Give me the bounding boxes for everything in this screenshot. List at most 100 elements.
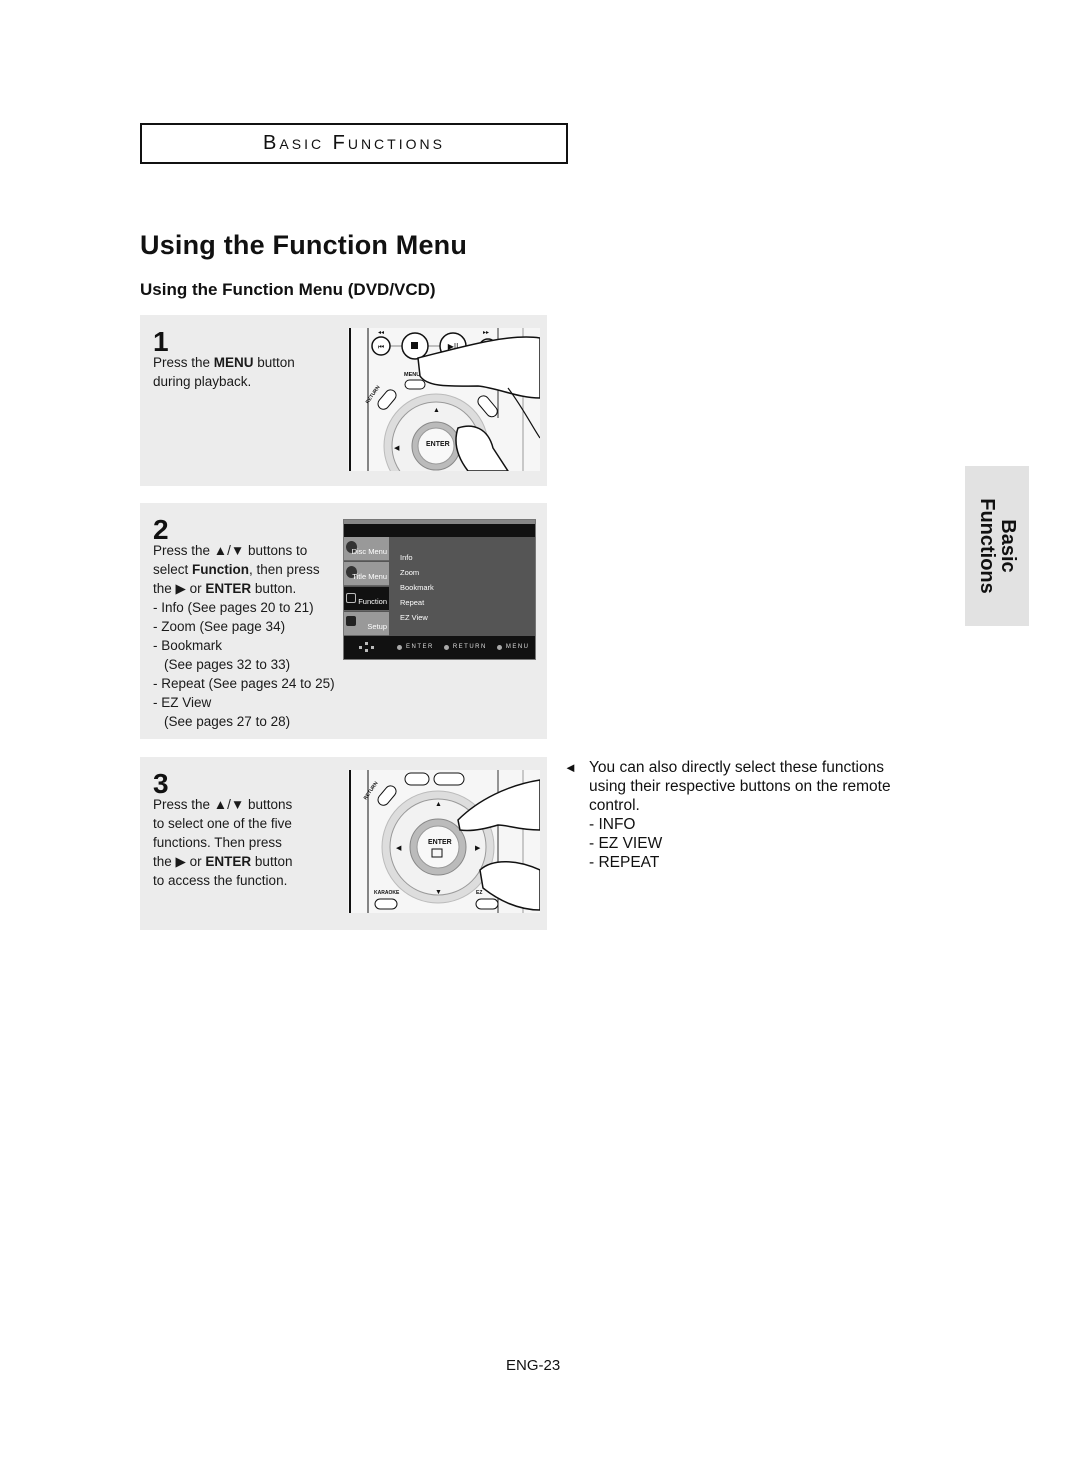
note-text: You can also directly select these funct… bbox=[589, 759, 891, 814]
enter-label: ENTER bbox=[426, 441, 450, 448]
text: button. bbox=[251, 581, 297, 596]
instruction-line: Press the ▲/▼ buttons to bbox=[153, 543, 308, 558]
side-tab-line: Basic bbox=[997, 519, 1019, 573]
note-item: - REPEAT bbox=[589, 854, 660, 871]
instruction-line: the ▶ or ENTER button. bbox=[153, 579, 353, 598]
remote-control-illustration: RETURN ENTER ▲ ▼ ◀ ▶ KARAOKE EZ bbox=[348, 770, 541, 913]
item-label: Repeat (See pages 24 to 25) bbox=[161, 676, 335, 691]
text: the ▶ or bbox=[153, 581, 206, 596]
svg-text:◂◂: ◂◂ bbox=[378, 330, 384, 336]
osd-menu-item-bookmark[interactable]: Bookmark bbox=[400, 583, 434, 592]
svg-text:◀: ◀ bbox=[396, 845, 402, 852]
navigation-arrows-icon bbox=[359, 642, 375, 652]
hint-label: MENU bbox=[505, 644, 530, 650]
step-2-panel: 2 Press the ▲/▼ buttons to select Functi… bbox=[140, 503, 547, 739]
osd-menu-item-zoom[interactable]: Zoom bbox=[400, 568, 419, 577]
step-number: 3 bbox=[153, 768, 169, 799]
text: , then press bbox=[249, 562, 320, 577]
step-instructions: Press the MENU button during playback. bbox=[153, 353, 333, 391]
note-arrow-icon: ◄ bbox=[564, 760, 577, 775]
step-number: 1 bbox=[153, 326, 169, 357]
tab-label: Function bbox=[358, 597, 387, 606]
svg-text:▸▸: ▸▸ bbox=[483, 330, 489, 336]
function-list-item: - EZ View bbox=[153, 695, 212, 710]
tab-label: Disc Menu bbox=[351, 547, 387, 556]
instruction-line: select Function, then press bbox=[153, 560, 353, 579]
section-header-text: Basic Functions bbox=[263, 132, 445, 154]
instruction-line: the ▶ or ENTER button bbox=[153, 852, 333, 871]
osd-hint-return: RETURN bbox=[443, 644, 487, 650]
osd-footer: ENTER RETURN MENU bbox=[344, 635, 535, 659]
page-number: ENG-23 bbox=[506, 1357, 561, 1374]
item-label: Zoom (See page 34) bbox=[161, 619, 286, 634]
osd-hint-menu: MENU bbox=[496, 644, 530, 650]
enter-key-label: ENTER bbox=[205, 581, 252, 596]
instruction-line: to access the function. bbox=[153, 873, 288, 888]
tab-label: Title Menu bbox=[352, 572, 387, 581]
section-header: Basic Functions bbox=[140, 123, 568, 164]
step-instructions: Press the ▲/▼ buttons to select Function… bbox=[153, 541, 353, 731]
instruction-line: to select one of the five bbox=[153, 816, 292, 831]
text: select bbox=[153, 562, 193, 577]
osd-tab-setup[interactable]: Setup bbox=[344, 612, 389, 636]
gear-icon bbox=[346, 616, 356, 626]
step-1-panel: 1 Press the MENU button during playback.… bbox=[140, 315, 547, 499]
menu-button bbox=[404, 772, 430, 786]
instruction-line: functions. Then press bbox=[153, 835, 282, 850]
text: the ▶ or bbox=[153, 854, 206, 869]
enter-label: ENTER bbox=[428, 839, 452, 846]
side-tab-line: Functions bbox=[976, 498, 998, 594]
osd-menu-item-info[interactable]: Info bbox=[400, 553, 413, 562]
osd-body: Disc Menu Title Menu Function Setup Info… bbox=[344, 537, 535, 636]
page-title: Using the Function Menu bbox=[140, 230, 468, 260]
hint-label: ENTER bbox=[406, 644, 434, 650]
osd-tab-disc-menu[interactable]: Disc Menu bbox=[344, 537, 389, 561]
karaoke-label: KARAOKE bbox=[374, 890, 400, 896]
step-instructions: Press the ▲/▼ buttons to select one of t… bbox=[153, 795, 333, 890]
remote-menu-press-illustration: ⏮ ▶II ◂◂ ▸▸ MENU RETURN ENTER ▲ ◀ bbox=[348, 328, 541, 499]
svg-text:▼: ▼ bbox=[435, 889, 442, 896]
osd-tab-function[interactable]: Function bbox=[344, 587, 389, 611]
function-icon bbox=[346, 593, 356, 603]
menu-key-label: MENU bbox=[213, 355, 254, 370]
ez-view-button bbox=[475, 898, 499, 910]
step-3-panel: 3 Press the ▲/▼ buttons to select one of… bbox=[140, 757, 547, 930]
button-dot-icon bbox=[496, 644, 502, 650]
enter-key-label: ENTER bbox=[205, 854, 252, 869]
item-label: Bookmark bbox=[161, 638, 223, 653]
note-item: - INFO bbox=[589, 816, 636, 833]
hint-label: RETURN bbox=[452, 644, 487, 650]
osd-hint-enter: ENTER bbox=[397, 644, 434, 650]
function-list-item: - Repeat (See pages 24 to 25) bbox=[153, 676, 335, 691]
chapter-side-tab: Basic Functions bbox=[965, 466, 1029, 626]
svg-text:▶: ▶ bbox=[475, 845, 481, 852]
button-dot-icon bbox=[397, 644, 402, 650]
function-list-item-ref: (See pages 27 to 28) bbox=[164, 714, 291, 729]
note-item: - EZ VIEW bbox=[589, 835, 663, 852]
function-list-item-ref: (See pages 32 to 33) bbox=[164, 657, 291, 672]
osd-menu-item-repeat[interactable]: Repeat bbox=[400, 598, 424, 607]
svg-text:▲: ▲ bbox=[433, 407, 440, 414]
osd-top-bar bbox=[344, 520, 535, 524]
function-list-item: - Bookmark bbox=[153, 638, 223, 653]
svg-text:◀: ◀ bbox=[394, 445, 400, 452]
osd-menu-item-ez-view[interactable]: EZ View bbox=[400, 613, 428, 622]
menu-button bbox=[404, 379, 426, 390]
button-dot-icon bbox=[443, 644, 449, 650]
function-label: Function bbox=[192, 562, 250, 577]
sub-title: Using the Function Menu (DVD/VCD) bbox=[140, 280, 436, 299]
item-label: EZ View bbox=[161, 695, 212, 710]
text: button bbox=[251, 854, 293, 869]
step-number: 2 bbox=[153, 514, 169, 545]
on-screen-menu: Disc Menu Title Menu Function Setup Info… bbox=[343, 519, 536, 660]
side-tab-text: Basic Functions bbox=[976, 498, 1019, 594]
menu-label: MENU bbox=[404, 372, 420, 378]
item-label: Info (See pages 20 to 21) bbox=[161, 600, 314, 615]
osd-tab-title-menu[interactable]: Title Menu bbox=[344, 562, 389, 586]
tab-label: Setup bbox=[367, 622, 387, 631]
remote-enter-press-illustration: RETURN ENTER ▲ ▼ ◀ ▶ KARAOKE EZ bbox=[348, 770, 541, 913]
svg-text:▲: ▲ bbox=[435, 801, 442, 808]
svg-text:⏮: ⏮ bbox=[378, 344, 384, 351]
karaoke-button bbox=[374, 898, 398, 910]
remote-control-illustration: ⏮ ▶II ◂◂ ▸▸ MENU RETURN ENTER ▲ ◀ bbox=[348, 328, 541, 499]
